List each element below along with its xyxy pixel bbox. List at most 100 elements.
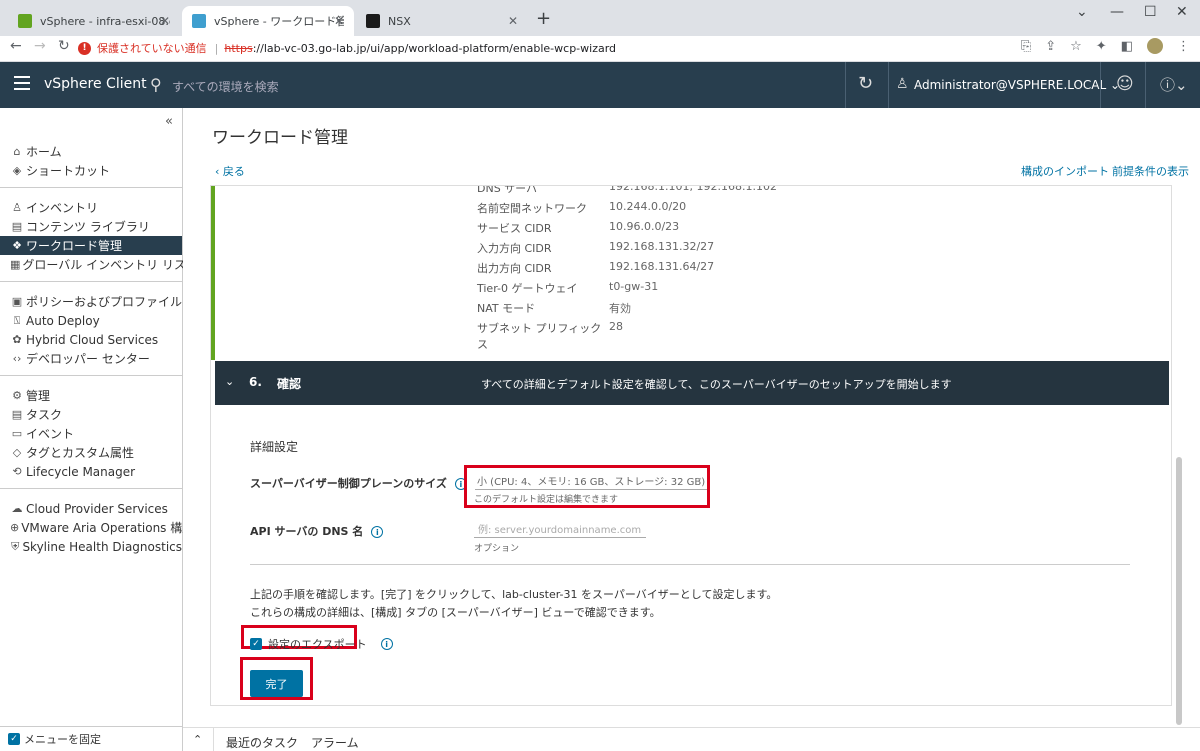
app-title: vSphere Client [44, 76, 147, 92]
browser-tab-2[interactable]: vSphere - ワークロード管理 ✕ [182, 6, 354, 36]
confirm-text: これらの構成の詳細は、[構成] タブの [スーパーバイザー] ビューで確認できま… [250, 606, 661, 619]
user-menu[interactable]: Administrator@VSPHERE.LOCAL ⌄ [914, 78, 1120, 92]
api-dns-input[interactable]: 例: server.yourdomainname.com [474, 521, 646, 538]
sidebar-item[interactable]: ⟲ Lifecycle Manager [0, 462, 182, 481]
browser-tab-3[interactable]: NSX ✕ [356, 6, 528, 36]
vsphere-header: vSphere Client ⚲ すべての環境を検索 ↻ ♙ Administr… [0, 62, 1200, 108]
collapse-sidebar-icon[interactable]: « [165, 114, 173, 129]
chevron-up-icon[interactable]: ⌃ [193, 733, 202, 746]
section-title: 詳細設定 [250, 440, 299, 454]
star-icon[interactable]: ☆ [1070, 39, 1082, 54]
sidebar-item[interactable]: ❖ ワークロード管理 [0, 236, 182, 255]
forward-arrow-icon[interactable]: → [34, 38, 46, 54]
close-tab-icon[interactable]: ✕ [508, 14, 518, 28]
aria-icon: ⊕ [10, 521, 20, 534]
pin-menu[interactable]: ✓ メニューを固定 [0, 726, 182, 751]
scrollbar-thumb[interactable] [1176, 457, 1182, 725]
close-tab-icon[interactable]: ✕ [334, 14, 344, 28]
control-plane-size-value: 小 (CPU: 4、メモリ: 16 GB、ストレージ: 32 GB) [477, 477, 706, 488]
sidebar-item[interactable]: ⛨ Skyline Health Diagnostics [0, 537, 182, 556]
search-icon[interactable]: ⚲ [150, 75, 162, 94]
sidebar-item[interactable]: ✿ Hybrid Cloud Services [0, 330, 182, 349]
sidebar-item-label: Lifecycle Manager [26, 464, 136, 479]
chevron-down-icon: ⌄ [225, 375, 235, 388]
view-prereq-link[interactable]: 前提条件の表示 [1112, 163, 1189, 179]
sidebar-item[interactable]: ⊕ VMware Aria Operations 構成 [0, 518, 194, 537]
maximize-icon[interactable]: ☐ [1144, 4, 1157, 20]
browser-tab-title: vSphere - infra-esxi-08.go-lab.jp [40, 14, 170, 28]
bottom-panel: ⌃ 最近のタスク アラーム [183, 727, 1200, 751]
tab-search-icon[interactable]: ⌄ [1076, 4, 1088, 20]
share-icon[interactable]: ⇪ [1045, 39, 1056, 54]
feedback-smile-icon[interactable]: ☺ [1116, 74, 1134, 94]
scrollbar[interactable] [1175, 185, 1183, 725]
back-link[interactable]: ‹ 戻る [215, 163, 245, 179]
close-window-icon[interactable]: ✕ [1176, 4, 1188, 20]
page-title: ワークロード管理 [212, 128, 348, 148]
sidebar-item[interactable]: ‹› デベロッパー センター [0, 349, 182, 368]
reload-icon[interactable]: ↻ [58, 38, 70, 54]
new-tab-icon[interactable]: + [536, 8, 551, 29]
sidebar-item[interactable]: ▭ イベント [0, 424, 182, 443]
divider [250, 564, 1130, 565]
sidebar-item[interactable]: ⌂ ホーム [0, 142, 182, 161]
back-arrow-icon[interactable]: ← [10, 38, 22, 54]
cloud-services-icon: ✿ [12, 333, 22, 346]
sidebar-item[interactable]: ▤ タスク [0, 405, 182, 424]
sidebar-item[interactable]: ◇ タグとカスタム属性 [0, 443, 182, 462]
sidebar-item[interactable]: ☁ Cloud Provider Services [0, 499, 182, 518]
translate-icon[interactable]: ⎘ [1021, 39, 1031, 54]
skyline-icon: ⛨ [11, 539, 20, 553]
back-label: 戻る [222, 165, 245, 178]
hamburger-menu-icon[interactable] [14, 76, 30, 90]
export-settings-checkbox[interactable]: ✓ 設定のエクスポート i [250, 636, 393, 652]
sidebar-item[interactable]: ▦ グローバル インベントリ リスト [0, 255, 198, 274]
sidebar-item-label: デベロッパー センター [26, 352, 150, 366]
dns-helper-text: オプション [474, 544, 520, 554]
sidebar-item[interactable]: ⍂ Auto Deploy [0, 311, 182, 330]
sidepanel-icon[interactable]: ◧ [1121, 39, 1133, 54]
tab-alarms[interactable]: アラーム [311, 734, 359, 751]
summary-value: 192.168.131.64/27 [609, 260, 715, 273]
menu-icon[interactable]: ⋮ [1177, 39, 1190, 54]
summary-value: 192.168.131.32/27 [609, 240, 715, 253]
close-tab-icon[interactable]: ✕ [160, 14, 170, 28]
profile-avatar[interactable] [1147, 38, 1163, 54]
sidebar-item[interactable]: ▣ ポリシーおよびプロファイル [0, 292, 182, 311]
api-dns-label: API サーバの DNS 名 i [250, 523, 384, 539]
checkbox-checked-icon[interactable]: ✓ [250, 638, 262, 650]
step-header[interactable]: ⌄ 6. 確認 すべての詳細とデフォルト設定を確認して、このスーパーバイザーのセ… [215, 361, 1169, 405]
sidebar: « ✓ メニューを固定 ⌂ ホーム ◈ ショートカット ♙ インベントリ ▤ コンテンツ ライ… [0, 108, 198, 751]
control-plane-size-select[interactable]: 小 (CPU: 4、メモリ: 16 GB、ストレージ: 32 GB) ⌄ [475, 473, 707, 490]
sidebar-item[interactable]: ⚙ 管理 [0, 386, 182, 405]
sidebar-item-label: Hybrid Cloud Services [26, 332, 159, 347]
sidebar-item[interactable]: ♙ インベントリ [0, 198, 182, 217]
tag-icon: ◇ [12, 446, 22, 459]
browser-tab-1[interactable]: vSphere - infra-esxi-08.go-lab.jp ✕ [8, 6, 180, 36]
sidebar-item-label: タスク [26, 408, 63, 422]
minimize-icon[interactable]: — [1110, 4, 1124, 20]
import-config-link[interactable]: 構成のインポート [1021, 163, 1109, 179]
global-search-input[interactable]: すべての環境を検索 [172, 78, 279, 95]
summary-value: 192.168.1.101, 192.168.1.102 [609, 185, 777, 193]
summary-label: 入力方向 CIDR [477, 242, 552, 255]
sidebar-item-label: Cloud Provider Services [26, 501, 168, 516]
url-scheme: https [224, 41, 253, 55]
checkbox-checked-icon[interactable]: ✓ [8, 733, 20, 745]
sidebar-item[interactable]: ◈ ショートカット [0, 161, 182, 180]
refresh-icon[interactable]: ↻ [858, 73, 873, 94]
lifecycle-icon: ⟲ [12, 465, 22, 478]
info-icon[interactable]: i [371, 526, 384, 538]
sidebar-item-label: ホーム [26, 145, 62, 159]
tab-recent-tasks[interactable]: 最近のタスク [226, 734, 298, 751]
info-icon[interactable]: i [380, 638, 393, 650]
finish-button[interactable]: 完了 [250, 670, 303, 697]
sidebar-item[interactable]: ▤ コンテンツ ライブラリ [0, 217, 182, 236]
export-settings-label: 設定のエクスポート [268, 638, 367, 651]
browser-tab-title: vSphere - ワークロード管理 [214, 15, 344, 28]
step-name: 確認 [277, 377, 302, 391]
help-icon[interactable]: ⓘ⌄ [1160, 74, 1188, 95]
sidebar-item-label: コンテンツ ライブラリ [26, 220, 150, 234]
library-icon: ▤ [11, 220, 23, 233]
extensions-icon[interactable]: ✦ [1096, 39, 1107, 54]
